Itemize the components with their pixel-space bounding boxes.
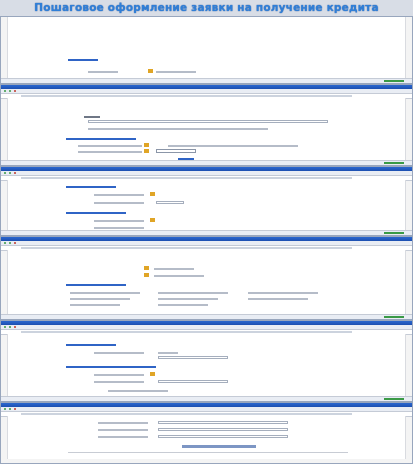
browser-window-5 [0, 320, 413, 402]
warning-icon [144, 266, 149, 270]
section-heading-link[interactable] [66, 344, 116, 346]
stop-icon[interactable] [14, 408, 16, 410]
text-field[interactable] [88, 120, 328, 123]
checkbox-row[interactable] [70, 304, 120, 306]
submit-button[interactable] [182, 445, 256, 448]
back-icon[interactable] [4, 242, 6, 244]
form-label [94, 220, 144, 222]
browser-window-2 [0, 84, 413, 166]
select-dropdown[interactable] [156, 149, 196, 153]
form-label [98, 422, 148, 424]
section-heading-link[interactable] [66, 138, 136, 140]
status-indicator [384, 398, 404, 400]
forward-icon[interactable] [9, 242, 11, 244]
status-indicator [384, 162, 404, 164]
form-label [78, 151, 142, 153]
status-indicator [384, 316, 404, 318]
back-icon[interactable] [4, 326, 6, 328]
checkbox-row[interactable] [248, 292, 318, 294]
form-label [98, 429, 148, 431]
page-banner-title: Пошаговое оформление заявки на получение… [34, 2, 379, 14]
divider [68, 452, 348, 453]
text-field[interactable] [158, 435, 288, 438]
checkbox-row[interactable] [248, 298, 308, 300]
status-bar [1, 396, 412, 401]
checkbox-row[interactable] [70, 292, 140, 294]
browser-window-3 [0, 166, 413, 236]
form-label [94, 194, 144, 196]
form-label [94, 202, 144, 204]
browser-window-6 [0, 402, 413, 464]
section-heading-link[interactable] [66, 284, 126, 286]
forward-icon[interactable] [9, 90, 11, 92]
forward-icon[interactable] [9, 408, 11, 410]
address-input[interactable] [21, 331, 352, 333]
stop-icon[interactable] [14, 326, 16, 328]
section-heading-link[interactable] [66, 366, 156, 368]
screenshot-root: Пошаговое оформление заявки на получение… [0, 0, 413, 464]
form-panel [7, 98, 406, 161]
section-heading-link[interactable] [68, 59, 98, 61]
warning-icon [150, 218, 155, 222]
checkbox-row[interactable] [158, 304, 208, 306]
warning-icon [150, 192, 155, 196]
back-icon[interactable] [4, 408, 6, 410]
form-label [88, 71, 118, 73]
form-hint [154, 268, 194, 270]
warning-icon [144, 143, 149, 147]
form-panel [7, 17, 406, 79]
section-heading-link[interactable] [66, 186, 116, 188]
browser-window-4 [0, 236, 413, 320]
warning-icon [144, 273, 149, 277]
checkbox-row[interactable] [158, 298, 218, 300]
form-panel [7, 250, 406, 315]
form-hint [156, 71, 196, 73]
status-bar [1, 314, 412, 319]
form-label [94, 352, 144, 354]
stop-icon[interactable] [14, 90, 16, 92]
form-options[interactable] [168, 145, 298, 147]
warning-icon [148, 69, 153, 73]
text-field[interactable] [158, 421, 288, 424]
forward-icon[interactable] [9, 326, 11, 328]
form-panel [7, 334, 406, 397]
status-indicator [384, 232, 404, 234]
section-heading-link[interactable] [66, 212, 126, 214]
warning-icon [144, 149, 149, 153]
form-label [78, 145, 142, 147]
form-label [98, 436, 148, 438]
address-input[interactable] [21, 95, 352, 97]
form-panel [7, 416, 406, 459]
status-indicator [384, 80, 404, 82]
form-label [94, 374, 144, 376]
warning-icon [150, 372, 155, 376]
text-field[interactable] [156, 201, 184, 204]
back-icon[interactable] [4, 90, 6, 92]
address-input[interactable] [21, 177, 352, 179]
stop-icon[interactable] [14, 242, 16, 244]
checkbox-row[interactable] [158, 292, 228, 294]
back-icon[interactable] [4, 172, 6, 174]
form-hint [88, 128, 268, 130]
text-field[interactable] [158, 356, 228, 359]
form-hint [154, 275, 204, 277]
text-field[interactable] [158, 428, 288, 431]
form-label [94, 227, 144, 229]
browser-window-1 [0, 16, 413, 84]
stop-icon[interactable] [14, 172, 16, 174]
status-bar [1, 160, 412, 165]
status-bar [1, 78, 412, 83]
text-field[interactable] [158, 380, 228, 383]
form-label [84, 116, 100, 118]
status-bar [1, 230, 412, 235]
address-input[interactable] [21, 413, 352, 415]
form-hint [108, 390, 168, 392]
checkbox-row[interactable] [70, 298, 130, 300]
form-hint [158, 352, 178, 354]
forward-icon[interactable] [9, 172, 11, 174]
address-input[interactable] [21, 247, 352, 249]
form-panel [7, 180, 406, 231]
form-label [94, 381, 144, 383]
